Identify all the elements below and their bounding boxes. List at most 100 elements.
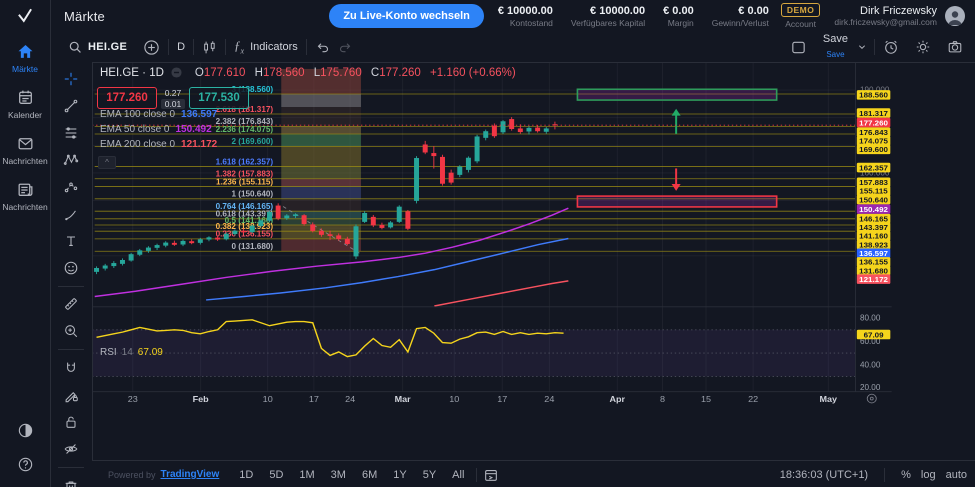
chart-style-button[interactable] (194, 32, 225, 62)
magnet-icon (63, 360, 79, 376)
stat-label: Gewinn/Verlust (712, 18, 769, 28)
magnet-tool[interactable] (58, 359, 84, 377)
range-button-1d[interactable]: 1D (233, 466, 259, 484)
svg-text:169.600: 169.600 (859, 145, 888, 154)
svg-text:177.260: 177.260 (859, 118, 888, 127)
user-menu[interactable]: Dirk Friczewsky dirk.friczewsky@gmail.co… (834, 5, 965, 27)
crosshair-tool[interactable] (58, 70, 84, 88)
zoom-in-tool[interactable] (58, 322, 84, 340)
undo-icon (315, 40, 330, 55)
ema-legend-row-2[interactable]: EMA 200 close 0 121.172 (100, 139, 217, 150)
sidebar-item-label: Kalender (8, 110, 42, 120)
emoji-tool[interactable] (58, 259, 84, 277)
settings-button[interactable] (907, 39, 939, 55)
avatar[interactable] (945, 6, 965, 26)
svg-text:138.923: 138.923 (859, 240, 888, 249)
interval-button[interactable]: D (169, 32, 193, 62)
trend-line-tool[interactable] (58, 97, 84, 115)
range-button-5d[interactable]: 5D (263, 466, 289, 484)
remove-all-tool[interactable] (58, 477, 84, 487)
range-button-6m[interactable]: 6M (356, 466, 383, 484)
forecast-icon (63, 179, 79, 195)
sidebar-item-label: Märkte (12, 64, 38, 74)
switch-to-live-button[interactable]: Zu Live-Konto wechseln (329, 4, 484, 28)
go-to-date-icon[interactable] (483, 467, 499, 483)
hide-all-tool[interactable] (58, 440, 84, 458)
svg-text:150.640: 150.640 (859, 195, 888, 204)
rsi-name: RSI (100, 347, 117, 358)
candles-icon (202, 40, 217, 55)
layout-button[interactable] (782, 39, 815, 56)
save-button[interactable]: Save Save (815, 34, 856, 60)
redo-button[interactable] (338, 32, 361, 62)
account-stat-0: € 10000.00 Kontostand (498, 5, 553, 28)
sidebar-item-nachrichten-2[interactable]: Nachrichten (0, 134, 50, 166)
sell-button[interactable]: 177.260 (97, 87, 157, 109)
alert-button[interactable] (875, 39, 907, 55)
app-sidebar: Märkte Kalender Nachrichten Nachrichten (0, 0, 51, 487)
svg-text:22: 22 (748, 394, 758, 404)
powered-by-label: Powered by (108, 470, 156, 480)
range-button-all[interactable]: All (446, 466, 470, 484)
forecast-tool[interactable] (58, 178, 84, 196)
sidebar-item-kalender-1[interactable]: Kalender (0, 88, 50, 120)
ema-legend-row-1[interactable]: EMA 50 close 0 150.492 (100, 124, 217, 135)
svg-text:24: 24 (544, 394, 554, 404)
fib-retracement-tool[interactable] (58, 124, 84, 142)
undo-button[interactable] (307, 32, 338, 62)
ruler-tool[interactable] (58, 296, 84, 314)
auto-scale-button[interactable]: auto (946, 469, 967, 481)
svg-text:162.357: 162.357 (859, 163, 888, 172)
ema-value: 136.597 (181, 109, 217, 120)
brush-tool[interactable] (58, 205, 84, 223)
ema-legend-row-0[interactable]: EMA 100 close 0 136.597 (100, 109, 217, 120)
buy-button[interactable]: 177.530 (189, 87, 249, 109)
draw-lock-tool[interactable] (58, 386, 84, 404)
save-status: Save (826, 50, 844, 60)
range-button-1m[interactable]: 1M (293, 466, 320, 484)
svg-text:17: 17 (309, 394, 319, 404)
plus-circle-icon (143, 39, 160, 56)
symbol-search[interactable]: HEI.GE (60, 32, 135, 62)
redo-icon (338, 40, 353, 55)
tradingview-link[interactable]: TradingView (161, 469, 220, 480)
ema-name: EMA 100 close 0 (100, 109, 175, 120)
svg-text:0 (131.680): 0 (131.680) (231, 242, 273, 251)
indicators-button[interactable]: ƒx Indicators (226, 32, 306, 62)
range-button-3m[interactable]: 3M (325, 466, 352, 484)
compare-add-button[interactable] (135, 32, 168, 62)
chart-canvas[interactable]: 3 (188.560)2.618 (181.317)2.382 (176.843… (92, 62, 975, 460)
theme-contrast-icon[interactable] (12, 421, 38, 439)
xabcd-pattern-tool[interactable] (58, 151, 84, 169)
percent-scale-button[interactable]: % (901, 469, 911, 481)
text-tool[interactable] (58, 232, 84, 250)
svg-text:2 (169.600): 2 (169.600) (231, 137, 273, 146)
log-scale-button[interactable]: log (921, 469, 936, 481)
sidebar-item-nachrichten-3[interactable]: Nachrichten (0, 180, 50, 212)
account-label: Account (785, 19, 816, 29)
svg-text:143.397: 143.397 (859, 223, 888, 232)
legend-collapse-button[interactable]: ^ (98, 156, 116, 169)
legend-ohlc: O177.610 H178.560 L175.760 C177.260 +1.1… (189, 67, 516, 79)
toolbar-divider (58, 286, 84, 287)
range-button-5y[interactable]: 5Y (417, 466, 442, 484)
screenshot-button[interactable] (939, 39, 971, 55)
stat-label: Margin (668, 18, 694, 28)
text-icon (63, 233, 79, 249)
chevron-down-icon[interactable] (856, 41, 868, 53)
range-button-1y[interactable]: 1Y (387, 466, 412, 484)
svg-text:10: 10 (263, 394, 273, 404)
clock[interactable]: 18:36:03 (UTC+1) (780, 469, 868, 481)
legend-symbol[interactable]: HEI.GE · 1D (100, 67, 164, 79)
minus-circle-icon[interactable] (170, 66, 183, 79)
sidebar-item-märkte-0[interactable]: Märkte (0, 42, 50, 74)
lock-all-tool[interactable] (58, 413, 84, 431)
help-icon[interactable] (12, 455, 38, 473)
account-stat-2: € 0.00 Margin (663, 5, 694, 28)
broker-logo-icon[interactable] (0, 0, 50, 32)
page-title: Märkte (64, 9, 105, 24)
account-stat-3: € 0.00 Gewinn/Verlust (712, 5, 769, 28)
stat-label: Kontostand (510, 18, 553, 28)
svg-text:67.09: 67.09 (864, 330, 885, 339)
svg-text:157.883: 157.883 (859, 178, 888, 187)
